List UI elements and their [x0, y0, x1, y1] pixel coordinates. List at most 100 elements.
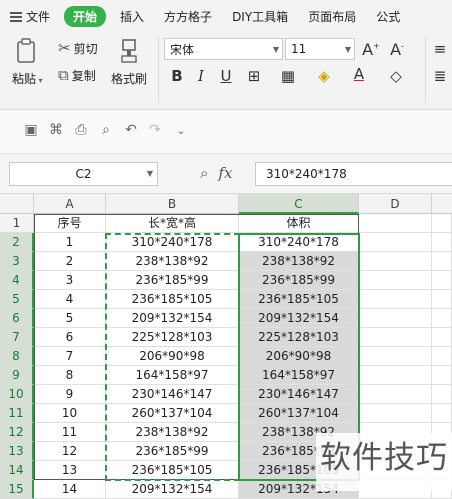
fx-icon[interactable]: fx — [218, 164, 232, 182]
row-header[interactable]: 8 — [0, 347, 34, 366]
table-cell[interactable]: 260*137*104 — [106, 404, 239, 423]
column-header-a[interactable]: A — [34, 194, 106, 214]
table-cell[interactable]: 3 — [34, 271, 106, 290]
undo-icon[interactable]: ↶ — [122, 122, 140, 138]
table-cell[interactable]: 13 — [34, 461, 106, 480]
menu-formula-tab[interactable]: 公式 — [366, 8, 410, 25]
menu-insert-tab[interactable]: 插入 — [110, 8, 154, 25]
increase-font-icon[interactable]: A+ — [362, 40, 380, 59]
table-cell[interactable] — [432, 271, 452, 290]
table-cell[interactable]: 236*185*105 — [239, 290, 359, 309]
header-cell[interactable]: 序号 — [34, 214, 106, 233]
fill-color-icon[interactable]: ◈ — [315, 67, 333, 85]
table-cell[interactable]: 8 — [34, 366, 106, 385]
table-cell[interactable] — [432, 309, 452, 328]
zoom-icon[interactable]: ⌕ — [200, 164, 208, 182]
table-cell[interactable]: 206*90*98 — [106, 347, 239, 366]
paste-button[interactable]: 粘贴 ▾ — [12, 38, 43, 87]
column-header-b[interactable]: B — [106, 194, 239, 214]
table-cell[interactable]: 236*185*105 — [106, 461, 239, 480]
bold-button[interactable]: B — [168, 67, 186, 85]
row-header[interactable]: 12 — [0, 423, 34, 442]
table-cell[interactable]: 164*158*97 — [106, 366, 239, 385]
copy-button[interactable]: ⧉ 复制 — [58, 67, 96, 84]
column-header-e[interactable] — [432, 194, 452, 214]
table-cell[interactable]: 236*185*99 — [239, 271, 359, 290]
table-cell[interactable] — [432, 328, 452, 347]
row-header[interactable]: 15 — [0, 480, 34, 499]
cell-style-icon[interactable]: ▦ — [279, 67, 297, 85]
italic-button[interactable]: I — [192, 67, 210, 85]
table-cell[interactable]: 238*138*92 — [106, 423, 239, 442]
font-color-icon[interactable]: A — [350, 65, 368, 83]
font-size-select[interactable]: 11 ▼ — [285, 38, 355, 60]
table-cell[interactable] — [359, 347, 432, 366]
row-header[interactable]: 6 — [0, 309, 34, 328]
row-header[interactable]: 7 — [0, 328, 34, 347]
table-cell[interactable] — [359, 290, 432, 309]
decrease-font-icon[interactable]: A- — [388, 40, 406, 59]
menu-file[interactable]: 文件 — [0, 8, 60, 25]
table-cell[interactable] — [432, 233, 452, 252]
align-left-icon[interactable]: ≣ — [431, 67, 449, 85]
table-cell[interactable]: 209*132*154 — [106, 309, 239, 328]
table-cell[interactable]: 236*185*99 — [106, 442, 239, 461]
table-cell[interactable] — [359, 233, 432, 252]
eraser-icon[interactable]: ◇ — [387, 67, 405, 85]
border-icon[interactable]: ⊞ — [245, 67, 263, 85]
table-cell[interactable]: 209*132*154 — [239, 309, 359, 328]
table-cell[interactable]: 310*240*178 — [106, 233, 239, 252]
table-cell[interactable]: 5 — [34, 309, 106, 328]
table-cell[interactable] — [432, 385, 452, 404]
formula-input[interactable]: 310*240*178 — [255, 162, 452, 186]
table-cell[interactable]: 225*128*103 — [239, 328, 359, 347]
table-cell[interactable]: 14 — [34, 480, 106, 499]
table-cell[interactable]: 12 — [34, 442, 106, 461]
row-header[interactable]: 13 — [0, 442, 34, 461]
table-cell[interactable]: 4 — [34, 290, 106, 309]
print-icon[interactable]: ⎙ — [72, 122, 90, 138]
table-cell[interactable] — [359, 271, 432, 290]
table-cell[interactable]: 6 — [34, 328, 106, 347]
table-cell[interactable]: 230*146*147 — [106, 385, 239, 404]
header-cell[interactable] — [432, 214, 452, 233]
save-icon[interactable]: ▣ — [22, 122, 40, 138]
align-top-icon[interactable]: ≡ — [431, 40, 449, 58]
header-cell[interactable]: 长*宽*高 — [106, 214, 239, 233]
column-header-d[interactable]: D — [359, 194, 432, 214]
redo-icon[interactable]: ↷ — [146, 122, 164, 138]
row-header[interactable]: 14 — [0, 461, 34, 480]
table-cell[interactable] — [359, 404, 432, 423]
table-cell[interactable] — [432, 347, 452, 366]
row-header[interactable]: 1 — [0, 214, 34, 233]
row-header[interactable]: 5 — [0, 290, 34, 309]
menu-fangfang-tab[interactable]: 方方格子 — [154, 8, 222, 25]
table-cell[interactable] — [432, 404, 452, 423]
format-painter-button[interactable]: 格式刷 — [111, 38, 147, 87]
font-name-select[interactable]: 宋体 ▼ — [164, 38, 283, 60]
underline-button[interactable]: U — [217, 67, 235, 85]
table-cell[interactable]: 9 — [34, 385, 106, 404]
table-cell[interactable]: 236*185*105 — [106, 290, 239, 309]
table-cell[interactable] — [432, 290, 452, 309]
table-cell[interactable]: 10 — [34, 404, 106, 423]
row-header[interactable]: 2 — [0, 233, 34, 252]
table-cell[interactable]: 206*90*98 — [239, 347, 359, 366]
table-cell[interactable]: 238*138*92 — [106, 252, 239, 271]
table-cell[interactable]: 230*146*147 — [239, 385, 359, 404]
table-cell[interactable]: 209*132*154 — [106, 480, 239, 499]
table-cell[interactable]: 310*240*178 — [239, 233, 359, 252]
menu-diy-tab[interactable]: DIY工具箱 — [222, 8, 298, 25]
table-cell[interactable]: 2 — [34, 252, 106, 271]
row-header[interactable]: 4 — [0, 271, 34, 290]
table-cell[interactable]: 260*137*104 — [239, 404, 359, 423]
column-header-c[interactable]: C — [239, 194, 359, 214]
table-cell[interactable] — [359, 309, 432, 328]
menu-home-tab[interactable]: 开始 — [64, 5, 107, 27]
format-painter-small-icon[interactable]: ⌘ — [47, 122, 65, 138]
table-cell[interactable]: 238*138*92 — [239, 252, 359, 271]
table-cell[interactable] — [359, 366, 432, 385]
table-cell[interactable]: 225*128*103 — [106, 328, 239, 347]
header-cell[interactable]: 体积 — [239, 214, 359, 233]
print-preview-icon[interactable]: ⌕ — [97, 122, 115, 138]
